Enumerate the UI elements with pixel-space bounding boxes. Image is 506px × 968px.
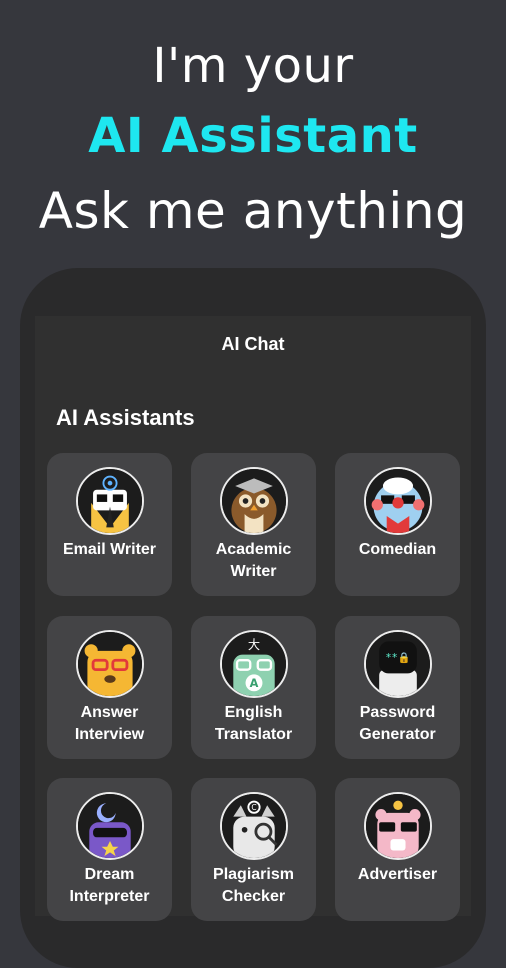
card-label: Email Writer	[62, 541, 157, 558]
svg-text:C: C	[251, 803, 256, 812]
password-generator-icon: **🔒	[364, 630, 432, 698]
assistant-card-english-translator[interactable]: 大 A English Translator	[191, 616, 316, 759]
email-writer-icon	[76, 467, 144, 535]
hero-line-1: I'm your	[152, 38, 354, 94]
assistant-card-comedian[interactable]: Comedian	[335, 453, 460, 596]
advertiser-icon	[364, 792, 432, 860]
svg-text:A: A	[250, 677, 259, 690]
english-translator-icon: 大 A	[220, 630, 288, 698]
svg-text:大: 大	[248, 638, 260, 652]
dream-interpreter-icon	[76, 792, 144, 860]
hero-line-3: Ask me anything	[38, 182, 468, 240]
card-label: Dream Interpreter	[69, 866, 150, 905]
section-title: AI Assistants	[56, 405, 195, 430]
card-label: Password Generator	[359, 704, 436, 743]
card-label: Plagiarism Checker	[213, 866, 294, 905]
app-title: AI Chat	[221, 334, 285, 354]
card-label: Answer Interview	[74, 704, 145, 743]
card-label: Comedian	[358, 541, 437, 558]
hero-line-2-highlight: AI Assistant	[88, 108, 418, 164]
plagiarism-checker-icon: C	[220, 792, 288, 860]
academic-writer-icon	[220, 467, 288, 535]
answer-interview-icon	[76, 630, 144, 698]
assistant-card-academic-writer[interactable]: Academic Writer	[191, 453, 316, 596]
card-label: Academic Writer	[215, 541, 292, 580]
svg-text:**🔒: **🔒	[385, 652, 410, 664]
card-label: English Translator	[214, 704, 293, 743]
assistant-card-email-writer[interactable]: Email Writer	[47, 453, 172, 596]
assistant-card-password-generator[interactable]: **🔒 Password Generator	[335, 616, 460, 759]
card-label: Advertiser	[357, 866, 438, 883]
assistant-card-answer-interview[interactable]: Answer Interview	[47, 616, 172, 759]
comedian-icon	[364, 467, 432, 535]
